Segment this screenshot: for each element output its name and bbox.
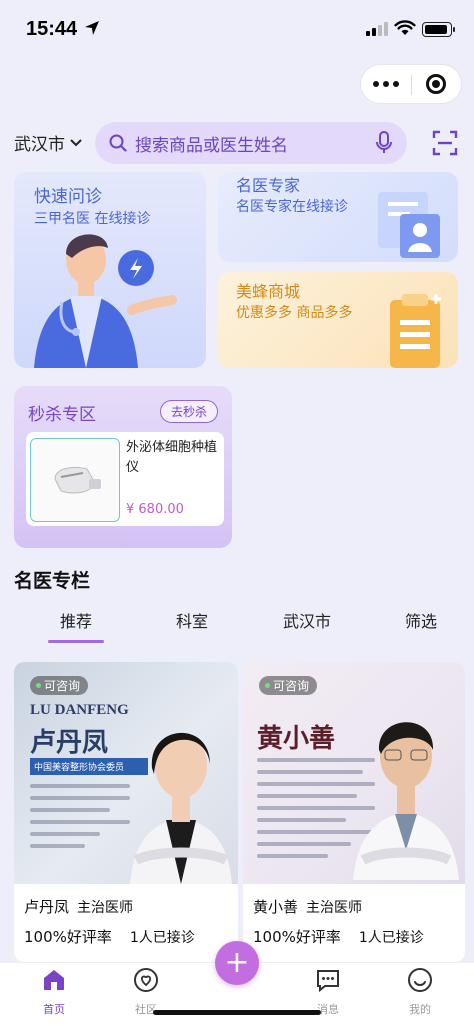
bottom-nav: 首页 社区 + 消息 我的 bbox=[0, 941, 474, 1025]
doctor-illustration bbox=[34, 234, 177, 368]
section-title: 名医专栏 bbox=[14, 570, 91, 592]
consultable-badge: 可咨询 bbox=[30, 676, 89, 695]
doctor-photo: 黄小善 bbox=[243, 662, 465, 884]
tab-recommended[interactable]: 推荐 bbox=[60, 608, 92, 632]
tab-city[interactable]: 武汉市 bbox=[283, 608, 331, 632]
doctor-tabs: 推荐 科室 武汉市 筛选 bbox=[0, 600, 474, 650]
doctor-name-row: 黄小善 主治医师 bbox=[253, 896, 362, 917]
quick-consult-card[interactable]: 快速问诊 三甲名医 在线接诊 bbox=[14, 172, 206, 368]
search-placeholder: 搜索商品或医生姓名 bbox=[135, 135, 288, 156]
doctor-title: 主治医师 bbox=[77, 900, 134, 916]
profile-icon bbox=[408, 968, 432, 992]
flash-sale-title: 秒杀专区 bbox=[28, 405, 96, 425]
product-price: ¥ 680.00 bbox=[126, 502, 184, 517]
microphone-icon[interactable] bbox=[375, 131, 393, 155]
doctor-name: 黄小善 bbox=[253, 898, 299, 916]
clipboard-illustration bbox=[390, 294, 441, 368]
close-miniprogram-button[interactable] bbox=[411, 65, 461, 103]
mall-subtitle: 优惠多多 商品多多 bbox=[236, 305, 353, 321]
miniprogram-capsule bbox=[360, 64, 462, 104]
message-icon bbox=[317, 970, 339, 993]
doctor-name: 卢丹凤 bbox=[24, 898, 70, 916]
expert-profile-illustration bbox=[378, 192, 440, 258]
doctor-rating: 100%好评率 bbox=[253, 928, 341, 946]
active-tab-indicator bbox=[48, 640, 104, 643]
nav-home-label: 首页 bbox=[43, 1003, 65, 1016]
doctor-stats-row: 100%好评率 1人已接诊 bbox=[24, 926, 195, 947]
nav-profile[interactable]: 我的 bbox=[390, 967, 450, 1017]
experts-title: 名医专家 bbox=[236, 176, 301, 195]
doctor-photo: LU DANFENG 卢丹凤 中国美容整形协会委员 bbox=[14, 662, 238, 884]
product-image bbox=[30, 438, 120, 522]
plus-icon: + bbox=[224, 945, 250, 980]
flash-sale-panel: 秒杀专区 去秒杀 外泌体细胞种植仪 ¥ 680.00 bbox=[14, 386, 232, 548]
target-circle-icon bbox=[426, 74, 446, 94]
search-input[interactable]: 搜索商品或医生姓名 bbox=[95, 122, 407, 164]
doctor-portrait bbox=[353, 722, 459, 880]
home-icon bbox=[44, 970, 64, 990]
doctor-card[interactable]: LU DANFENG 卢丹凤 中国美容整形协会委员 可咨询 卢丹凤 主治医师 10… bbox=[14, 662, 238, 962]
search-icon bbox=[109, 134, 127, 152]
photo-name: 黄小善 bbox=[257, 724, 336, 754]
doctor-rating: 100%好评率 bbox=[24, 928, 112, 946]
experts-subtitle: 名医专家在线接诊 bbox=[236, 199, 348, 215]
city-label: 武汉市 bbox=[14, 135, 65, 155]
go-flash-sale-button[interactable]: 去秒杀 bbox=[160, 400, 219, 423]
doctor-stats-row: 100%好评率 1人已接诊 bbox=[253, 926, 424, 947]
device-image-icon bbox=[54, 466, 101, 494]
tab-filter[interactable]: 筛选 bbox=[405, 608, 437, 632]
flash-sale-product[interactable]: 外泌体细胞种植仪 ¥ 680.00 bbox=[26, 432, 224, 526]
doctor-portrait bbox=[130, 732, 232, 884]
photo-name: 卢丹凤 bbox=[30, 728, 109, 758]
nav-profile-label: 我的 bbox=[409, 1003, 431, 1016]
location-arrow-icon bbox=[85, 21, 99, 35]
photo-credentials bbox=[30, 784, 130, 856]
wifi-icon bbox=[394, 20, 416, 35]
doctor-name-row: 卢丹凤 主治医师 bbox=[24, 896, 133, 917]
status-bar: 15:44 bbox=[0, 0, 474, 60]
nav-home[interactable]: 首页 bbox=[24, 967, 84, 1017]
city-selector[interactable]: 武汉市 bbox=[14, 130, 83, 155]
product-name: 外泌体细胞种植仪 bbox=[126, 440, 218, 475]
status-time: 15:44 bbox=[26, 18, 78, 40]
more-dots-icon bbox=[373, 81, 399, 87]
chevron-down-icon bbox=[70, 138, 82, 146]
more-button[interactable] bbox=[361, 65, 411, 103]
scan-icon[interactable] bbox=[432, 130, 458, 156]
consultable-badge: 可咨询 bbox=[259, 676, 318, 695]
tab-department[interactable]: 科室 bbox=[176, 608, 208, 632]
doctor-consult-count: 1人已接诊 bbox=[358, 930, 424, 946]
community-icon bbox=[134, 968, 158, 992]
mall-card[interactable]: 美蜂商城 优惠多多 商品多多 bbox=[218, 272, 458, 368]
battery-icon bbox=[422, 22, 455, 37]
add-post-button[interactable]: + bbox=[215, 941, 259, 985]
doctor-consult-count: 1人已接诊 bbox=[129, 930, 195, 946]
home-indicator bbox=[153, 1010, 321, 1015]
mall-title: 美蜂商城 bbox=[236, 282, 301, 301]
cellular-signal-icon bbox=[366, 22, 388, 36]
doctor-title: 主治医师 bbox=[306, 900, 363, 916]
photo-pinyin: LU DANFENG bbox=[30, 702, 129, 718]
experts-card[interactable]: 名医专家 名医专家在线接诊 bbox=[218, 172, 458, 262]
doctor-card[interactable]: 黄小善 可咨询 黄小善 主治医师 100%好评率 1人已接诊 bbox=[243, 662, 465, 962]
